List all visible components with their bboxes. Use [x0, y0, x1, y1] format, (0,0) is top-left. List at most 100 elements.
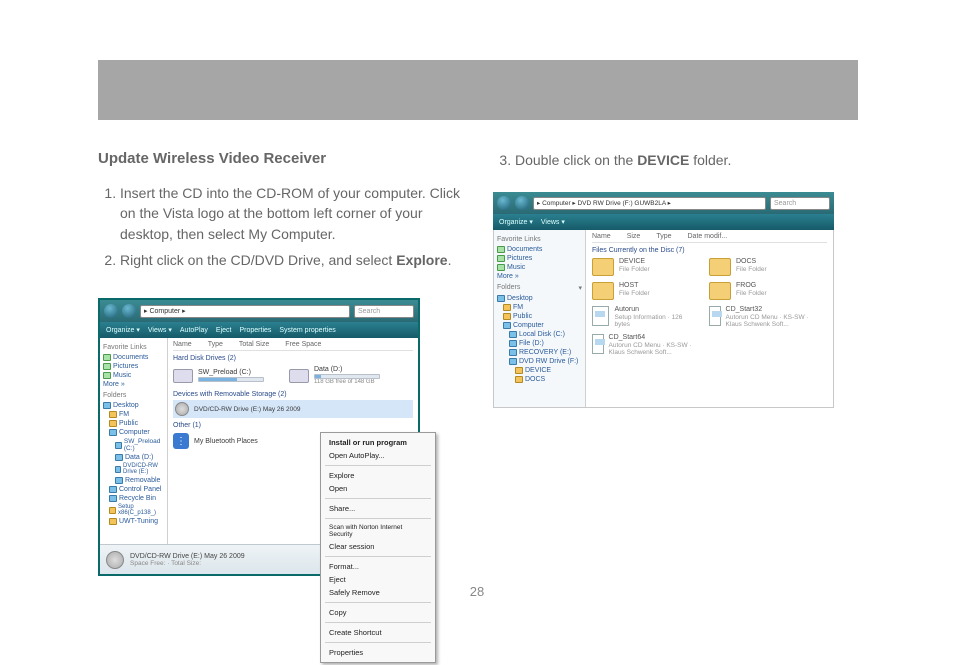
music-icon — [497, 264, 505, 271]
file-item: DOCSFile Folder — [709, 258, 814, 276]
sidebar: Favorite Links Documents Pictures Music … — [100, 338, 168, 544]
folder-icon — [592, 282, 614, 300]
tree-c: Local Disk (C:) — [497, 330, 582, 339]
tree-public: Public — [497, 312, 582, 321]
fav-documents: Documents — [103, 353, 164, 362]
col-type: Type — [208, 341, 223, 348]
step-1-text: Insert the CD into the CD-ROM of your co… — [120, 185, 460, 242]
tree-computer: Computer — [103, 428, 164, 437]
desktop-icon — [497, 295, 505, 302]
status-sub: Space Free: · Total Size: — [130, 560, 245, 567]
file-label: CD_Start64Autorun CD Menu · KS-SW · Klau… — [609, 334, 697, 356]
file-icon — [592, 334, 604, 354]
tree-d: Data (D:) — [103, 453, 164, 462]
file-item: HOSTFile Folder — [592, 282, 697, 300]
bluetooth-label: My Bluetooth Places — [194, 438, 258, 445]
bluetooth-icon: ⋮ — [173, 433, 189, 449]
folder-icon — [709, 258, 731, 276]
tree-setup: Setup x86(C_p138_) — [103, 503, 164, 517]
fav-more: More » — [103, 380, 164, 389]
toolbar-organize: Organize ▾ — [499, 218, 533, 226]
sidebar: Favorite Links Documents Pictures Music … — [494, 230, 586, 407]
folder-icon — [709, 282, 731, 300]
step-2-post: . — [448, 252, 452, 268]
control-panel-icon — [109, 486, 117, 493]
step-1: Insert the CD into the CD-ROM of your co… — [120, 183, 463, 244]
disc-icon — [509, 358, 517, 365]
forward-button-icon — [515, 196, 529, 210]
section-title: Update Wireless Video Receiver — [98, 150, 463, 167]
toolbar-system: System properties — [279, 327, 335, 334]
desktop-icon — [103, 402, 111, 409]
address-bar: ▸ Computer ▸ DVD RW Drive (F:) GUWB2LA ▸ — [533, 197, 766, 210]
group-other: Other (1) — [173, 422, 413, 429]
favorites-header: Favorite Links — [103, 344, 164, 351]
dvd-label: DVD/CD-RW Drive (E:) May 26 2009 — [194, 406, 300, 413]
col-date: Date modif... — [688, 233, 728, 240]
file-label: FROGFile Folder — [736, 282, 767, 300]
tree-desktop: Desktop — [103, 401, 164, 410]
folder-icon — [515, 376, 523, 383]
toolbar: Organize ▾ Views ▾ AutoPlay Eject Proper… — [100, 322, 418, 338]
step-3-pre: Double click on the — [515, 152, 637, 168]
instruction-list-right: Double click on the DEVICE folder. — [493, 150, 858, 170]
cm-scan: Scan with Norton Internet Security — [321, 522, 435, 540]
main-pane: Name Size Type Date modif... Files Curre… — [586, 230, 833, 407]
right-column: Double click on the DEVICE folder. ▸ Com… — [493, 150, 858, 576]
cm-clear: Clear session — [321, 540, 435, 553]
cm-open-autoplay: Open AutoPlay... — [321, 449, 435, 462]
fav-more: More » — [497, 272, 582, 281]
drive-icon — [115, 477, 123, 484]
screenshot-1: ▸ Computer ▸ Search Organize ▾ Views ▾ A… — [98, 298, 420, 576]
tree-desktop: Desktop — [497, 294, 582, 303]
fav-music: Music — [103, 371, 164, 380]
address-bar: ▸ Computer ▸ — [140, 305, 350, 318]
col-total: Total Size — [239, 341, 269, 348]
main-pane: Name Type Total Size Free Space Hard Dis… — [168, 338, 418, 544]
fav-pictures: Pictures — [497, 254, 582, 263]
tree-recycle: Recycle Bin — [103, 494, 164, 503]
file-item: CD_Start64Autorun CD Menu · KS-SW · Klau… — [592, 334, 697, 356]
folder-icon — [592, 258, 614, 276]
column-headers: Name Size Type Date modif... — [592, 233, 827, 243]
drive-c-label: SW_Preload (C:) — [198, 369, 264, 376]
folder-icon — [109, 411, 117, 418]
disc-icon — [106, 551, 124, 569]
folder-icon — [109, 507, 116, 514]
tree-d: File (D:) — [497, 339, 582, 348]
titlebar: ▸ Computer ▸ Search — [100, 300, 418, 322]
cm-format: Format... — [321, 560, 435, 573]
drive-icon — [115, 442, 122, 449]
cm-head: Install or run program — [321, 436, 435, 449]
file-item: AutorunSetup Information · 126 bytes — [592, 306, 697, 328]
tree-device: DEVICE — [497, 366, 582, 375]
step-3-bold: DEVICE — [637, 152, 689, 168]
page-number: 28 — [0, 584, 954, 599]
drive-icon — [509, 331, 517, 338]
toolbar-eject: Eject — [216, 327, 232, 334]
dvd-row: DVD/CD-RW Drive (E:) May 26 2009 — [173, 400, 413, 418]
disc-icon — [115, 466, 121, 473]
toolbar-views: Views ▾ — [148, 326, 172, 334]
folders-header: Folders▾ — [497, 284, 582, 292]
column-headers: Name Type Total Size Free Space — [173, 341, 413, 351]
forward-button-icon — [122, 304, 136, 318]
search-box: Search — [770, 197, 830, 210]
status-title: DVD/CD-RW Drive (E:) May 26 2009 — [130, 553, 245, 560]
step-2: Right click on the CD/DVD Drive, and sel… — [120, 250, 463, 270]
cm-share: Share... — [321, 502, 435, 515]
toolbar-properties: Properties — [239, 327, 271, 334]
step-3-post: folder. — [689, 152, 731, 168]
toolbar-autoplay: AutoPlay — [180, 327, 208, 334]
screenshot-2: ▸ Computer ▸ DVD RW Drive (F:) GUWB2LA ▸… — [493, 192, 834, 408]
disc-icon — [175, 402, 189, 416]
drive-icon — [115, 454, 123, 461]
group-removable: Devices with Removable Storage (2) — [173, 391, 413, 398]
drive-icon — [289, 369, 309, 383]
music-icon — [103, 372, 111, 379]
titlebar: ▸ Computer ▸ DVD RW Drive (F:) GUWB2LA ▸… — [493, 192, 834, 214]
back-button-icon — [497, 196, 511, 210]
folders-header: Folders — [103, 392, 164, 399]
computer-icon — [503, 322, 511, 329]
folder-icon — [503, 313, 511, 320]
